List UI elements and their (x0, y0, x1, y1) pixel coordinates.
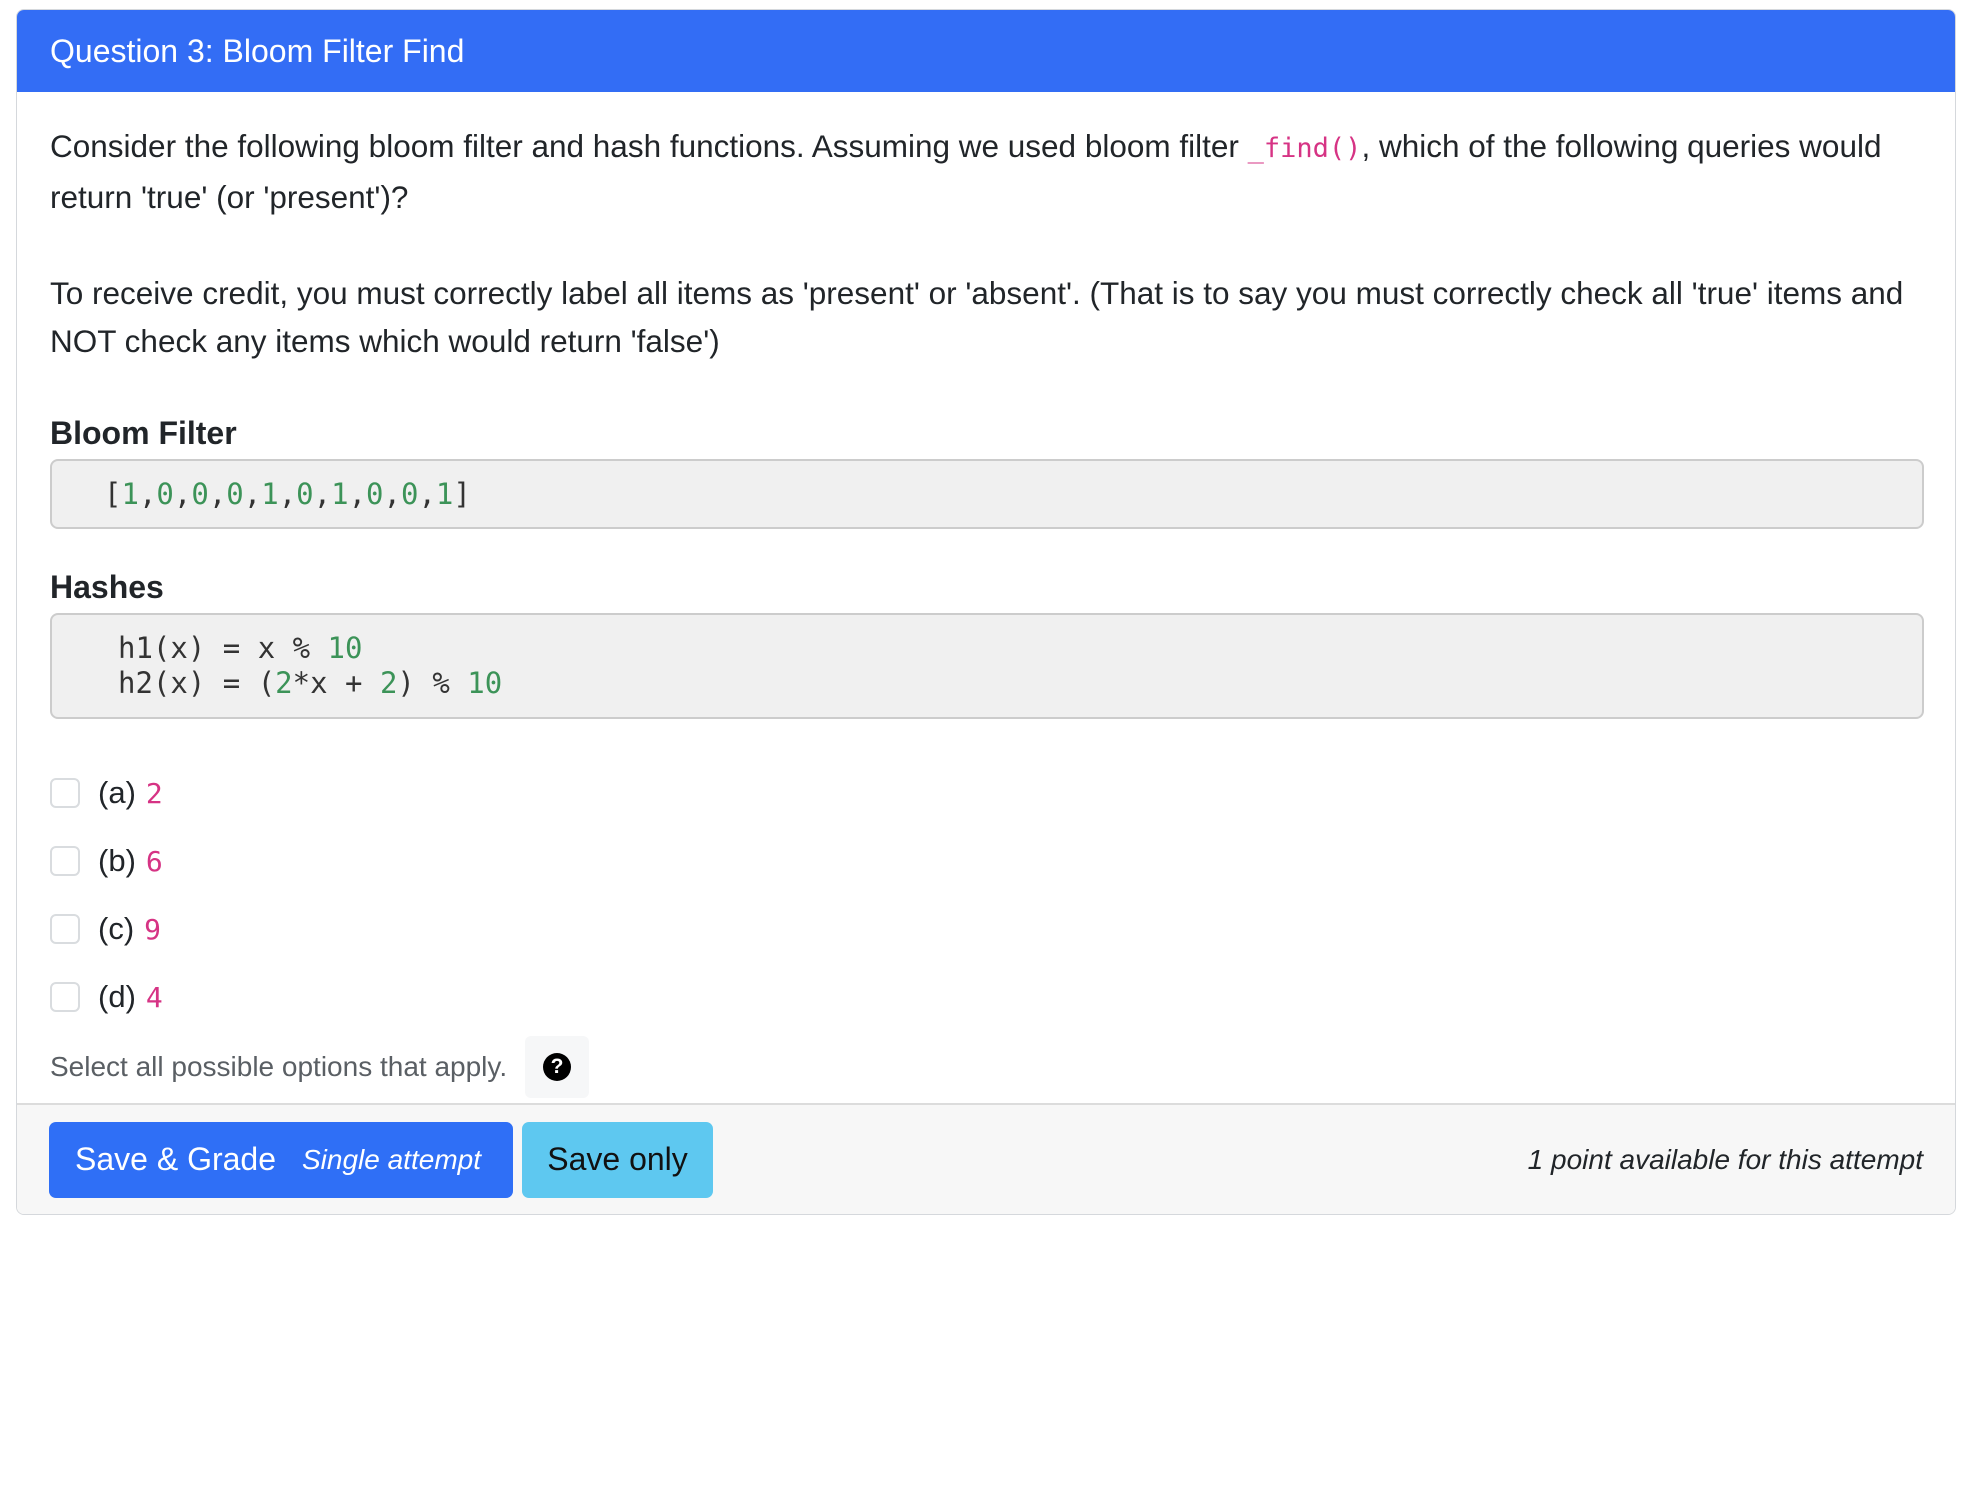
single-attempt-label: Single attempt (302, 1143, 481, 1175)
hashes-title: Hashes (50, 569, 164, 605)
comma: , (313, 477, 332, 511)
h2-eq: = (205, 666, 258, 700)
bloom-bit: 1 (435, 477, 454, 511)
option-c[interactable]: (c) 9 (50, 895, 1922, 963)
h2-modulus: 10 (467, 666, 503, 700)
help-text: Select all possible options that apply. (50, 1051, 508, 1082)
option-b-value: 6 (145, 844, 163, 878)
bloom-filter-title: Bloom Filter (50, 415, 237, 451)
comma: , (278, 477, 297, 511)
help-button[interactable]: ? (525, 1036, 590, 1098)
h2-mid: *x + (292, 666, 380, 700)
credit-note: To receive credit, you must correctly la… (50, 275, 1904, 359)
option-a-value: 2 (145, 776, 163, 810)
hash-h1-line: h1(x) = x % 10 (118, 631, 1922, 666)
points-available-note: 1 point available for this attempt (1527, 1143, 1923, 1175)
question-prompt: Consider the following bloom filter and … (50, 122, 1930, 221)
option-a-checkbox[interactable] (50, 778, 80, 808)
question-card: Question 3: Bloom Filter Find Consider t… (16, 9, 1956, 1215)
bloom-bit: 0 (156, 477, 174, 511)
save-and-grade-label: Save & Grade (75, 1141, 276, 1177)
option-a[interactable]: (a) 2 (50, 759, 1922, 827)
bloom-bit: 1 (121, 477, 139, 511)
h1-modulus: 10 (327, 631, 363, 665)
option-c-checkbox[interactable] (50, 914, 80, 944)
option-d-checkbox[interactable] (50, 982, 80, 1012)
option-c-value: 9 (144, 912, 162, 946)
prompt-text-start: Consider the following bloom filter and … (50, 128, 1248, 164)
bloom-bit: 0 (366, 477, 384, 511)
option-c-letter: (c) (98, 911, 135, 946)
bloom-bit: 0 (296, 477, 314, 511)
find-function-code: _find() (1247, 133, 1362, 164)
bloom-bit: 0 (191, 477, 209, 511)
option-d-value: 4 (145, 980, 163, 1014)
h1-expr: x % (257, 631, 328, 665)
option-b[interactable]: (b) 6 (50, 827, 1922, 895)
bloom-filter-bits: [1,0,0,0,1,0,1,0,0,1] (104, 477, 471, 511)
option-d[interactable]: (d) 4 (50, 963, 1922, 1031)
comma: , (138, 477, 157, 511)
h2-close: ) % (397, 666, 468, 700)
h2-addend: 2 (379, 666, 398, 700)
bracket-open: [ (104, 477, 122, 511)
bloom-bit: 0 (400, 477, 419, 511)
comma: , (173, 477, 192, 511)
h2-lhs: h2(x) (118, 666, 206, 700)
question-circle-icon: ? (543, 1053, 572, 1081)
save-only-button[interactable]: Save only (522, 1121, 713, 1198)
comma: , (243, 477, 262, 511)
option-d-letter: (d) (98, 979, 136, 1014)
question-header: Question 3: Bloom Filter Find (17, 10, 1955, 92)
hash-h2-line: h2(x) = (2*x + 2) % 10 (118, 666, 1922, 701)
bracket-close: ] (453, 477, 471, 511)
answer-options: (a) 2 (b) 6 (c) 9 (d) 4 (50, 759, 1922, 1031)
h1-lhs: h1(x) (118, 631, 206, 665)
bloom-bit: 1 (261, 477, 279, 511)
h2-open-paren: ( (257, 666, 276, 700)
h1-eq: = (205, 631, 258, 665)
option-b-letter: (b) (98, 843, 136, 878)
option-a-letter: (a) (98, 775, 136, 810)
bloom-filter-code: [1,0,0,0,1,0,1,0,0,1] (50, 459, 1924, 529)
comma: , (348, 477, 367, 511)
comma: , (383, 477, 401, 511)
question-footer: Save & Grade Single attempt Save only 1 … (17, 1103, 1955, 1214)
bloom-bit: 1 (331, 477, 349, 511)
question-title: Question 3: Bloom Filter Find (50, 32, 465, 69)
question-body: Consider the following bloom filter and … (17, 92, 1955, 1105)
h2-multiplier: 2 (275, 666, 293, 700)
comma: , (418, 477, 436, 511)
help-row: Select all possible options that apply. … (50, 1035, 1922, 1099)
save-and-grade-button[interactable]: Save & Grade Single attempt (49, 1121, 513, 1198)
bloom-bit: 0 (226, 477, 244, 511)
option-b-checkbox[interactable] (50, 846, 80, 876)
comma: , (208, 477, 227, 511)
hashes-code: h1(x) = x % 10 h2(x) = (2*x + 2) % 10 (50, 613, 1924, 719)
